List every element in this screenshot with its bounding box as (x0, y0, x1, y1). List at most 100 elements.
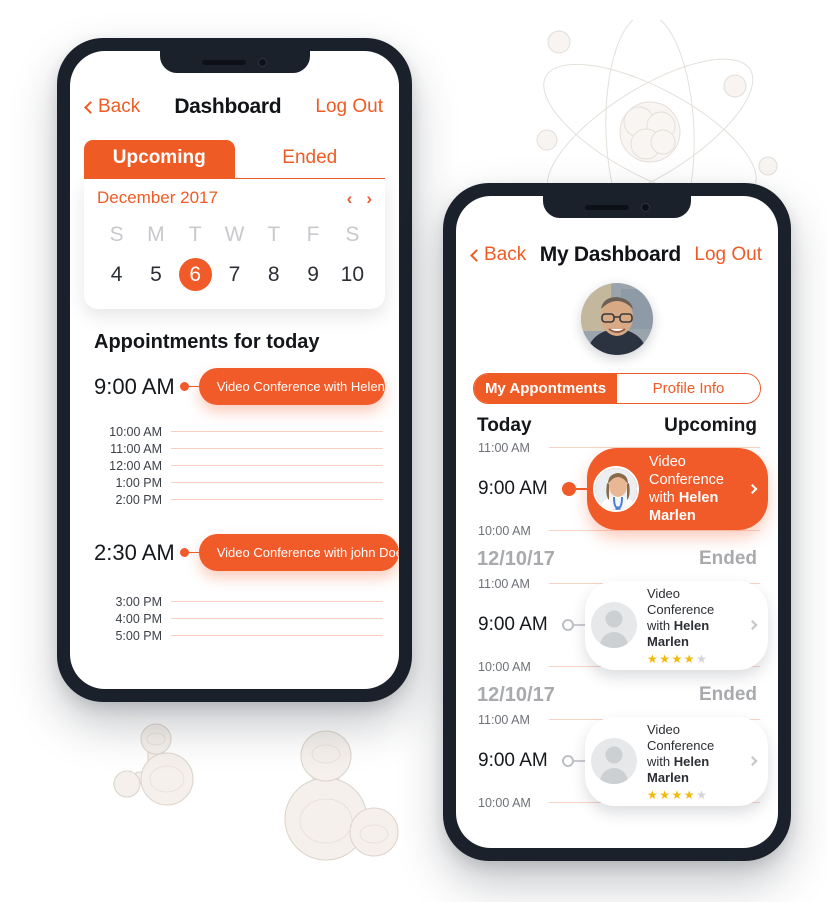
time-slot-row[interactable]: 10:00 AM (94, 423, 383, 440)
time-slot-rule (171, 601, 383, 602)
calendar-date-cell[interactable]: 5 (136, 263, 175, 287)
logout-button[interactable]: Log Out (315, 96, 383, 118)
timeline-connector (574, 760, 585, 762)
timeline-connector (574, 624, 585, 626)
molecule-sketch-large (284, 730, 399, 861)
timeline-time-label: 10:00 AM (478, 795, 531, 810)
time-slot-row[interactable]: 11:00 AM (94, 440, 383, 457)
rating-stars[interactable]: ★★★★★ (647, 789, 742, 801)
segment-my-appointments[interactable]: My Appontments (474, 374, 617, 403)
appointment-card-text: Video Conference with Helen Marlen ★★★★★ (647, 586, 742, 665)
time-slot-label: 11:00 AM (110, 441, 162, 456)
page-title: Dashboard (174, 95, 282, 118)
calendar-date-cell-selected[interactable]: 6 (178, 258, 212, 291)
tab-ended[interactable]: Ended (234, 140, 385, 179)
appointment-time: 9:00 AM (94, 373, 175, 399)
calendar-date-cell[interactable]: 4 (97, 263, 136, 287)
timeline-header-upcoming: Upcoming (664, 415, 757, 436)
appointment-pill[interactable]: Video Conference with Helen Marlen (198, 368, 385, 405)
calendar-prev-icon[interactable]: ‹ (347, 190, 353, 207)
rating-stars[interactable]: ★★★★★ (647, 653, 742, 665)
star-filled-icon: ★ (647, 787, 660, 802)
chevron-left-icon (470, 248, 483, 262)
appointment-card-line1: Video Conference (647, 721, 715, 753)
dashboard-segmented-control: My Appontments Profile Info (473, 373, 761, 404)
appointment-card-line1: Video Conference (649, 453, 724, 488)
time-slot-row[interactable]: 3:00 PM (94, 593, 383, 610)
appointment-card[interactable]: Video Conference with Helen Marlen ★★★★★ (585, 716, 768, 806)
doctor-avatar (593, 466, 639, 512)
timeline-header-today: Today (477, 415, 532, 436)
with-prefix: with (647, 618, 674, 633)
star-empty-icon: ★ (696, 787, 709, 802)
profile-avatar[interactable] (581, 283, 653, 355)
appointment-card-line1: Video Conference (647, 585, 715, 617)
appointment-card-text: Video Conference with Helen Marlen (649, 453, 742, 526)
appointment-entry[interactable]: 2:30 AM Video Conference with john Doe (70, 534, 399, 571)
person-avatar (591, 738, 637, 784)
time-slot-row[interactable]: 12:00 AM (94, 457, 383, 474)
time-slot-list-upper: 10:00 AM 11:00 AM 12:00 AM 1:00 PM 2:00 … (70, 423, 399, 508)
weekday-label: W (224, 223, 245, 246)
appointment-row-active[interactable]: 9:00 AM Video Conference with Helen Marl… (456, 447, 778, 531)
time-slot-row[interactable]: 2:00 PM (94, 491, 383, 508)
phone-screen-left: Back Dashboard Log Out Upcoming Ended De… (70, 51, 399, 689)
time-slot-row[interactable]: 4:00 PM (94, 610, 383, 627)
phone-notch-right (543, 196, 691, 218)
calendar-next-icon[interactable]: › (366, 190, 372, 207)
appointment-time: 2:30 AM (94, 539, 175, 565)
appointment-entry[interactable]: 9:00 AM Video Conference with Helen Marl… (70, 368, 399, 405)
timeline-time-label: 10:00 AM (478, 659, 531, 674)
appointment-pill[interactable]: Video Conference with john Doe (198, 534, 399, 571)
appointment-card[interactable]: Video Conference with Helen Marlen ★★★★★ (585, 580, 768, 670)
time-slot-label: 10:00 AM (109, 424, 162, 439)
segment-profile-info[interactable]: Profile Info (617, 374, 760, 403)
back-button[interactable]: Back (470, 244, 527, 266)
with-prefix: with (647, 754, 674, 769)
tab-upcoming[interactable]: Upcoming (84, 140, 235, 179)
weekday-label: M (147, 223, 165, 246)
timeline-time-label: 11:00 AM (478, 440, 530, 455)
appointment-row-ended[interactable]: 9:00 AM Video Conference with Helen Marl… (456, 716, 778, 806)
chevron-right-icon (747, 756, 758, 766)
calendar-nav: ‹ › (347, 190, 372, 207)
star-filled-icon: ★ (671, 787, 684, 802)
calendar-date-cell[interactable]: 7 (215, 263, 254, 287)
phone-screen-right: Back My Dashboard Log Out My Appontments… (456, 196, 778, 848)
right-navigation-bar: Back My Dashboard Log Out (456, 243, 778, 267)
time-slot-row[interactable]: 1:00 PM (94, 474, 383, 491)
calendar-widget: December 2017 ‹ › S M T W T F S 4 5 6 7 … (84, 179, 385, 309)
star-filled-icon: ★ (659, 787, 672, 802)
calendar-date-cell[interactable]: 10 (333, 263, 372, 287)
back-button[interactable]: Back (84, 96, 140, 118)
calendar-date-cell-selected-wrap: 6 (176, 258, 215, 291)
time-slot-rule (171, 465, 383, 466)
calendar-weekday-row: S M T W T F S (97, 223, 372, 247)
timeline-dot-icon (179, 382, 189, 391)
appointment-time: 9:00 AM (478, 614, 548, 635)
logout-button[interactable]: Log Out (694, 244, 762, 266)
time-slot-label: 1:00 PM (115, 475, 162, 490)
weekday-label: T (267, 223, 281, 246)
calendar-date-cell[interactable]: 8 (254, 263, 293, 287)
day-separator: 12/10/17 Ended (456, 677, 778, 709)
appointment-time: 9:00 AM (478, 478, 548, 499)
time-slot-rule (171, 431, 383, 432)
day-separator-date: 12/10/17 (477, 684, 555, 706)
back-button-label: Back (484, 244, 527, 265)
star-filled-icon: ★ (659, 651, 672, 666)
time-slot-rule (171, 448, 383, 449)
appointment-row-ended[interactable]: 9:00 AM Video Conference with Helen Marl… (456, 580, 778, 670)
timeline-dot-icon (562, 755, 574, 767)
time-slot-label: 3:00 PM (115, 594, 162, 609)
speaker-grille-icon (202, 59, 246, 65)
phone-notch-left (159, 51, 310, 73)
calendar-header: December 2017 ‹ › (97, 188, 372, 208)
calendar-date-cell[interactable]: 9 (293, 263, 332, 287)
molecule-sketch-small (113, 723, 194, 806)
phone-device-left: Back Dashboard Log Out Upcoming Ended De… (57, 38, 412, 702)
time-slot-row[interactable]: 5:00 PM (94, 627, 383, 644)
front-camera-icon (640, 202, 650, 212)
calendar-month-label: December 2017 (97, 188, 218, 207)
appointment-card[interactable]: Video Conference with Helen Marlen (587, 447, 768, 531)
